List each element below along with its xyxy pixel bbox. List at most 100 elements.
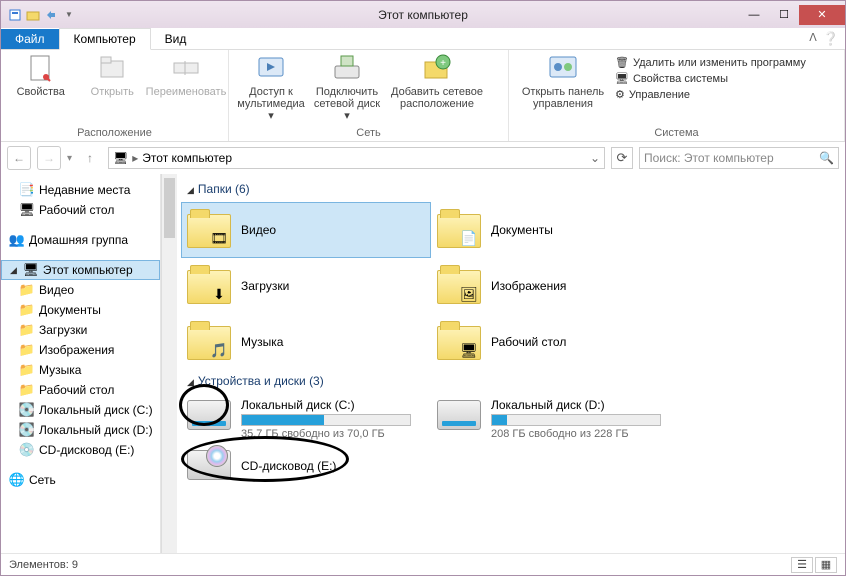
view-icons-button[interactable]: ▦ xyxy=(815,557,837,573)
ribbon-media-access[interactable]: Доступ к мультимедиа ▾ xyxy=(235,52,307,122)
section-devices-header[interactable]: ◢Устройства и диски (3) xyxy=(181,370,845,394)
folder-pictures[interactable]: 🖼 Изображения xyxy=(431,258,681,314)
qat-undo-icon[interactable] xyxy=(43,7,59,23)
qat-properties-icon[interactable] xyxy=(7,7,23,23)
nav-homegroup[interactable]: 👥Домашняя группа xyxy=(1,230,160,250)
folder-documents[interactable]: 📄 Документы xyxy=(431,202,681,258)
nav-cd-drive[interactable]: 💿CD-дисковод (E:) xyxy=(1,440,160,460)
downloads-icon: 📁 xyxy=(19,322,35,338)
nav-back-button[interactable]: ← xyxy=(7,146,31,170)
nav-up-button[interactable]: ↑ xyxy=(78,146,102,170)
maximize-button[interactable]: ☐ xyxy=(769,5,799,25)
ribbon-properties[interactable]: Свойства xyxy=(7,52,75,98)
svg-text:+: + xyxy=(440,58,446,69)
nav-desktop-2[interactable]: 📁Рабочий стол xyxy=(1,380,160,400)
nav-videos[interactable]: 📁Видео xyxy=(1,280,160,300)
folder-icon: ⬇ xyxy=(187,266,233,306)
drive-e-cd[interactable]: CD-дисковод (E:) xyxy=(181,444,431,488)
breadcrumb-thispc[interactable]: Этот компьютер xyxy=(142,151,232,165)
ribbon-control-panel[interactable]: Открыть панель управления xyxy=(515,52,611,110)
nav-scrollbar[interactable] xyxy=(161,174,177,553)
hdd-icon: 💽 xyxy=(19,422,35,438)
collapse-icon[interactable]: ◢ xyxy=(187,185,194,195)
tab-file[interactable]: Файл xyxy=(1,29,59,49)
nav-this-pc[interactable]: ◢🖥Этот компьютер xyxy=(1,260,160,280)
search-input[interactable]: Поиск: Этот компьютер 🔍 xyxy=(639,147,839,169)
nav-downloads[interactable]: 📁Загрузки xyxy=(1,320,160,340)
nav-desktop[interactable]: 🖥Рабочий стол xyxy=(1,200,160,220)
folder-icon: 📄 xyxy=(437,210,483,250)
collapse-icon[interactable]: ◢ xyxy=(187,377,194,387)
tab-view[interactable]: Вид xyxy=(151,29,201,49)
download-overlay-icon: ⬇ xyxy=(209,284,229,304)
content-pane[interactable]: ◢Папки (6) 🎞 Видео 📄 Документы ⬇ Загрузк… xyxy=(177,174,845,553)
drive-d-usage-bar xyxy=(491,414,661,426)
folder-icon: 🎵 xyxy=(187,322,233,362)
ribbon-uninstall-program[interactable]: 🗑Удалить или изменить программу xyxy=(615,56,806,69)
folder-videos[interactable]: 🎞 Видео xyxy=(181,202,431,258)
ribbon-system-properties[interactable]: 🖥Свойства системы xyxy=(615,72,806,85)
folder-music[interactable]: 🎵 Музыка xyxy=(181,314,431,370)
folder-desktop[interactable]: 🖥 Рабочий стол xyxy=(431,314,681,370)
ribbon-rename: Переименовать xyxy=(150,52,222,98)
nav-music[interactable]: 📁Музыка xyxy=(1,360,160,380)
ribbon-add-network-location[interactable]: + Добавить сетевое расположение xyxy=(387,52,487,110)
window-title: Этот компьютер xyxy=(378,8,468,22)
minimize-button[interactable]: — xyxy=(739,5,769,25)
address-dropdown-icon[interactable]: ⌄ xyxy=(590,151,600,165)
nav-local-disk-c[interactable]: 💽Локальный диск (C:) xyxy=(1,400,160,420)
video-overlay-icon: 🎞 xyxy=(209,228,229,248)
computer-icon: 🖥 xyxy=(113,151,128,165)
status-item-count: Элементов: 9 xyxy=(9,559,78,571)
homegroup-icon: 👥 xyxy=(9,232,25,248)
hdd-icon xyxy=(187,398,233,434)
nav-recent-dropdown[interactable]: ▾ xyxy=(67,153,72,164)
uninstall-icon: 🗑 xyxy=(615,56,629,69)
nav-recent-places[interactable]: 📑Недавние места xyxy=(1,180,160,200)
computer-icon: 🖥 xyxy=(23,262,39,278)
ribbon-map-drive[interactable]: Подключить сетевой диск ▾ xyxy=(311,52,383,122)
qat-newfolder-icon[interactable] xyxy=(25,7,41,23)
address-bar[interactable]: 🖥 ▸ Этот компьютер ⌄ xyxy=(108,147,605,169)
chevron-down-icon[interactable]: ◢ xyxy=(10,265,17,276)
folder-icon: 🖼 xyxy=(437,266,483,306)
scrollbar-thumb[interactable] xyxy=(164,178,175,238)
close-button[interactable]: ✕ xyxy=(799,5,845,25)
refresh-button[interactable]: ⟳ xyxy=(611,147,633,169)
help-icon[interactable]: ❔ xyxy=(823,31,839,47)
ribbon: Свойства Открыть Переименовать Расположе… xyxy=(1,50,845,142)
ribbon-manage[interactable]: ⚙Управление xyxy=(615,88,806,101)
nav-local-disk-d[interactable]: 💽Локальный диск (D:) xyxy=(1,420,160,440)
drive-d[interactable]: Локальный диск (D:) 208 ГБ свободно из 2… xyxy=(431,394,681,444)
breadcrumb-chevron[interactable]: ▸ xyxy=(132,151,138,165)
hdd-icon xyxy=(437,398,483,434)
hdd-icon: 💽 xyxy=(19,402,35,418)
recent-icon: 📑 xyxy=(19,182,35,198)
drive-c-usage-bar xyxy=(241,414,411,426)
ribbon-group-location: Расположение xyxy=(7,127,222,141)
network-icon: 🌐 xyxy=(9,472,25,488)
tab-computer[interactable]: Компьютер xyxy=(59,28,151,50)
folder-icon: 🎞 xyxy=(187,210,233,250)
ribbon-open: Открыть xyxy=(79,52,147,98)
section-folders-header[interactable]: ◢Папки (6) xyxy=(181,178,845,202)
document-overlay-icon: 📄 xyxy=(459,228,479,248)
ribbon-group-system: Система xyxy=(515,127,838,141)
folder-downloads[interactable]: ⬇ Загрузки xyxy=(181,258,431,314)
qat-dropdown-icon[interactable]: ▼ xyxy=(61,7,77,23)
documents-icon: 📁 xyxy=(19,302,35,318)
cd-drive-icon xyxy=(187,448,233,484)
nav-documents[interactable]: 📁Документы xyxy=(1,300,160,320)
picture-overlay-icon: 🖼 xyxy=(459,284,479,304)
nav-pane[interactable]: 📑Недавние места 🖥Рабочий стол 👥Домашняя … xyxy=(1,174,161,553)
view-details-button[interactable]: ☰ xyxy=(791,557,813,573)
nav-network[interactable]: 🌐Сеть xyxy=(1,470,160,490)
main-body: 📑Недавние места 🖥Рабочий стол 👥Домашняя … xyxy=(1,174,845,553)
ribbon-collapse-icon[interactable]: ᐱ xyxy=(809,31,817,47)
desktop-overlay-icon: 🖥 xyxy=(459,340,479,360)
address-bar-row: ← → ▾ ↑ 🖥 ▸ Этот компьютер ⌄ ⟳ Поиск: Эт… xyxy=(1,142,845,174)
nav-forward-button[interactable]: → xyxy=(37,146,61,170)
nav-pictures[interactable]: 📁Изображения xyxy=(1,340,160,360)
drive-c[interactable]: Локальный диск (C:) 35,7 ГБ свободно из … xyxy=(181,394,431,444)
music-icon: 📁 xyxy=(19,362,35,378)
